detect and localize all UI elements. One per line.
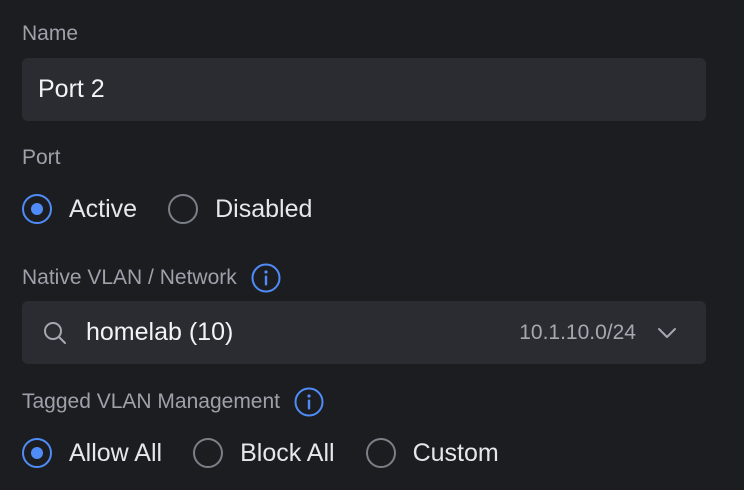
port-radio-group: Active Disabled xyxy=(22,191,343,227)
port-label: Port xyxy=(22,146,61,170)
tagged-vlan-radio-group: Allow All Block All Custom xyxy=(22,435,530,471)
info-icon[interactable] xyxy=(251,263,281,293)
info-icon[interactable] xyxy=(294,387,324,417)
name-label: Name xyxy=(22,22,78,46)
port-active-radio[interactable] xyxy=(22,194,52,224)
tagged-option-custom[interactable]: Custom xyxy=(365,438,499,468)
search-icon xyxy=(44,321,66,344)
native-vlan-label: Native VLAN / Network xyxy=(22,263,281,293)
allow-all-radio[interactable] xyxy=(22,438,52,468)
name-label-text: Name xyxy=(22,22,79,45)
port-settings-panel: Name Port 2 Port Active Disabled Native … xyxy=(0,0,744,490)
name-input-value: Port 2 xyxy=(38,75,105,103)
block-all-label: Block All xyxy=(240,438,335,467)
port-option-disabled[interactable]: Disabled xyxy=(168,194,312,224)
tagged-option-block-all[interactable]: Block All xyxy=(193,438,335,468)
native-vlan-selected-value: homelab (10) xyxy=(86,318,234,346)
name-input[interactable]: Port 2 xyxy=(22,58,706,121)
allow-all-label: Allow All xyxy=(69,438,163,467)
tagged-option-allow-all[interactable]: Allow All xyxy=(22,438,162,468)
block-all-radio[interactable] xyxy=(193,438,224,468)
chevron-down-icon[interactable] xyxy=(656,322,678,344)
port-disabled-label: Disabled xyxy=(215,194,313,223)
native-vlan-select[interactable]: homelab (10) 10.1.10.0/24 xyxy=(22,301,706,364)
native-vlan-label-text: Native VLAN / Network xyxy=(22,266,237,289)
port-label-text: Port xyxy=(22,146,61,169)
port-option-active[interactable]: Active xyxy=(22,194,137,224)
tagged-vlan-label-text: Tagged VLAN Management xyxy=(22,390,280,413)
tagged-vlan-label: Tagged VLAN Management xyxy=(22,387,324,417)
port-active-label: Active xyxy=(69,194,138,223)
native-vlan-subnet: 10.1.10.0/24 xyxy=(519,320,636,344)
custom-label: Custom xyxy=(412,438,499,467)
port-disabled-radio[interactable] xyxy=(168,194,199,224)
custom-radio[interactable] xyxy=(365,438,396,468)
